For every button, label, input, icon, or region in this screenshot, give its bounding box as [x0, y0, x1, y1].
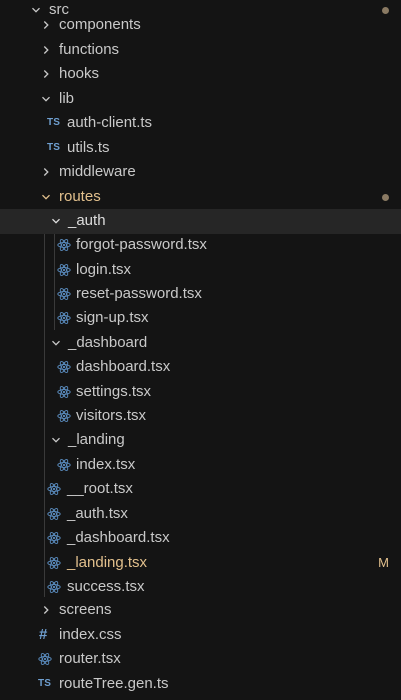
file-label: visitors.tsx	[76, 407, 147, 424]
folder-screens-label: screens	[59, 601, 112, 618]
file-utils-ts[interactable]: TS utils.ts	[0, 136, 401, 161]
chevron-right-icon	[40, 598, 52, 623]
file-router-tsx[interactable]: router.tsx	[0, 647, 401, 672]
file-landing-route-tsx[interactable]: _landing.tsx M	[0, 551, 401, 576]
react-icon	[57, 258, 71, 283]
file-forgot-password-tsx[interactable]: forgot-password.tsx	[0, 233, 401, 258]
file-login-tsx[interactable]: login.tsx	[0, 258, 401, 283]
react-icon	[57, 380, 71, 405]
file-success-tsx[interactable]: success.tsx	[0, 575, 401, 600]
folder-auth-label: _auth	[68, 212, 106, 229]
react-icon	[57, 306, 71, 331]
folder-functions-label: functions	[59, 41, 120, 58]
file-label: auth-client.ts	[67, 114, 153, 131]
file-label: reset-password.tsx	[76, 285, 202, 302]
chevron-right-icon	[40, 62, 52, 87]
modified-dot-indicator	[382, 194, 389, 201]
file-settings-tsx[interactable]: settings.tsx	[0, 380, 401, 405]
css-file-icon: #	[39, 626, 48, 643]
chevron-down-icon	[50, 209, 62, 234]
react-icon	[57, 233, 71, 258]
file-root-tsx[interactable]: __root.tsx	[0, 477, 401, 502]
folder-middleware-label: middleware	[59, 163, 136, 180]
file-auth-client-ts[interactable]: TS auth-client.ts	[0, 111, 401, 136]
file-label: dashboard.tsx	[76, 358, 171, 375]
file-sign-up-tsx[interactable]: sign-up.tsx	[0, 306, 401, 331]
folder-lib[interactable]: lib	[0, 87, 401, 112]
folder-components[interactable]: components	[0, 13, 401, 38]
file-label: __root.tsx	[67, 480, 133, 497]
react-icon	[47, 502, 61, 527]
folder-routes-label: routes	[59, 188, 101, 205]
file-label: sign-up.tsx	[76, 309, 149, 326]
chevron-right-icon	[40, 13, 52, 38]
file-label: router.tsx	[59, 650, 121, 667]
folder-routes[interactable]: routes	[0, 185, 401, 210]
file-explorer-tree: src components functions hooks lib TS au…	[0, 0, 401, 700]
chevron-down-icon	[40, 87, 52, 112]
file-dashboard-tsx[interactable]: dashboard.tsx	[0, 355, 401, 380]
file-label: index.css	[59, 626, 122, 643]
file-label: _landing.tsx	[67, 554, 148, 571]
folder-components-label: components	[59, 16, 141, 33]
folder-dashboard-label: _dashboard	[68, 334, 148, 351]
chevron-right-icon	[40, 160, 52, 185]
chevron-down-icon	[50, 331, 62, 356]
file-label: routeTree.gen.ts	[59, 675, 169, 692]
folder-hooks[interactable]: hooks	[0, 62, 401, 87]
file-label: index.tsx	[76, 456, 136, 473]
file-index-tsx[interactable]: index.tsx	[0, 453, 401, 478]
file-label: utils.ts	[67, 139, 110, 156]
react-icon	[47, 551, 61, 576]
typescript-file-icon: TS	[47, 142, 61, 153]
folder-auth[interactable]: _auth	[0, 209, 401, 234]
folder-hooks-label: hooks	[59, 65, 100, 82]
react-icon	[57, 282, 71, 307]
chevron-right-icon	[40, 38, 52, 63]
folder-dashboard[interactable]: _dashboard	[0, 331, 401, 356]
typescript-file-icon: TS	[47, 117, 61, 128]
react-icon	[57, 355, 71, 380]
chevron-down-icon	[40, 185, 52, 210]
file-label: _dashboard.tsx	[67, 529, 170, 546]
file-label: login.tsx	[76, 261, 132, 278]
git-modified-badge: M	[378, 555, 389, 570]
react-icon	[47, 477, 61, 502]
file-label: settings.tsx	[76, 383, 152, 400]
file-dashboard-route-tsx[interactable]: _dashboard.tsx	[0, 526, 401, 551]
folder-middleware[interactable]: middleware	[0, 160, 401, 185]
file-label: success.tsx	[67, 578, 145, 595]
chevron-down-icon	[50, 428, 62, 453]
file-label: forgot-password.tsx	[76, 236, 207, 253]
typescript-file-icon: TS	[38, 678, 52, 689]
folder-landing-label: _landing	[68, 431, 125, 448]
file-index-css[interactable]: # index.css	[0, 623, 401, 648]
react-icon	[57, 453, 71, 478]
file-routetree-gen-ts[interactable]: TS routeTree.gen.ts	[0, 672, 401, 697]
react-icon	[47, 575, 61, 600]
folder-lib-label: lib	[59, 90, 75, 107]
file-label: _auth.tsx	[67, 505, 128, 522]
folder-functions[interactable]: functions	[0, 38, 401, 63]
react-icon	[47, 526, 61, 551]
react-icon	[57, 404, 71, 429]
folder-landing[interactable]: _landing	[0, 428, 401, 453]
file-reset-password-tsx[interactable]: reset-password.tsx	[0, 282, 401, 307]
file-visitors-tsx[interactable]: visitors.tsx	[0, 404, 401, 429]
file-auth-tsx[interactable]: _auth.tsx	[0, 502, 401, 527]
react-icon	[38, 647, 52, 672]
folder-screens[interactable]: screens	[0, 598, 401, 623]
